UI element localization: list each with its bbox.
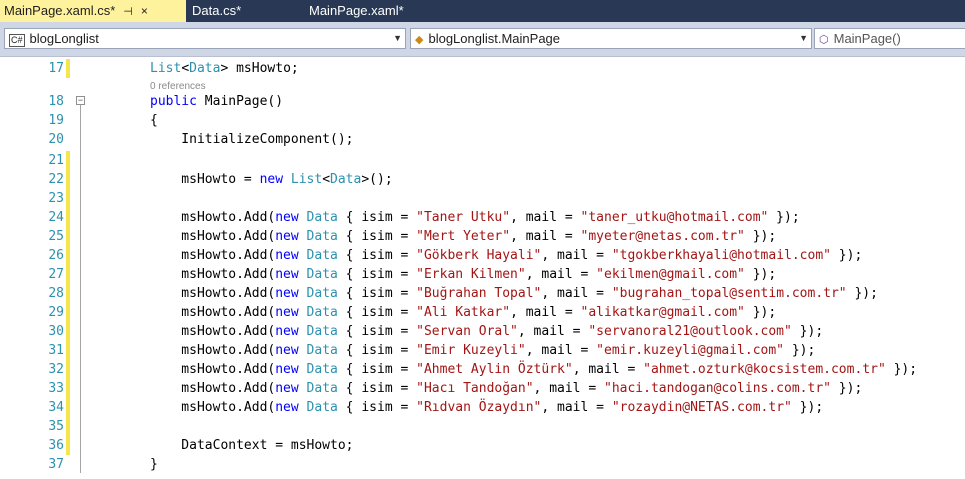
- line-number: 31: [48, 343, 64, 358]
- line-number: 32: [48, 362, 64, 377]
- change-marker: [66, 417, 70, 436]
- code-text: InitializeComponent();: [150, 132, 354, 147]
- code-line: 33 msHowto.Add(new Data { isim = "Hacı T…: [0, 379, 965, 398]
- line-number: 28: [48, 286, 64, 301]
- code-text: DataContext = msHowto;: [150, 438, 354, 453]
- code-text: msHowto.Add(new Data { isim = "Ali Katka…: [150, 305, 777, 320]
- csharp-file-icon: C#: [9, 34, 25, 47]
- code-line: 35: [0, 417, 965, 436]
- change-marker: [66, 208, 70, 227]
- code-line: 21: [0, 151, 965, 170]
- code-line: 31 msHowto.Add(new Data { isim = "Emir K…: [0, 341, 965, 360]
- code-line: 29 msHowto.Add(new Data { isim = "Ali Ka…: [0, 303, 965, 322]
- project-label: blogLonglist: [29, 31, 99, 46]
- code-text: msHowto.Add(new Data { isim = "Ahmet Ayl…: [150, 362, 918, 377]
- member-label: MainPage(): [833, 31, 901, 46]
- navigation-bar: C# blogLonglist ▼ ◆ blogLonglist.MainPage …: [0, 22, 965, 57]
- change-marker: [66, 303, 70, 322]
- code-text: msHowto.Add(new Data { isim = "Hacı Tand…: [150, 381, 863, 396]
- code-text: msHowto = new List<Data>();: [150, 172, 393, 187]
- code-line: 36 DataContext = msHowto;: [0, 436, 965, 455]
- change-marker: [66, 170, 70, 189]
- line-number: 17: [48, 61, 64, 76]
- code-text: {: [150, 113, 158, 128]
- code-line: 23: [0, 189, 965, 208]
- code-text: msHowto.Add(new Data { isim = "Taner Utk…: [150, 210, 800, 225]
- code-text: public MainPage(): [150, 94, 284, 109]
- class-icon: ◆: [415, 34, 424, 46]
- tab-label: Data.cs*: [192, 3, 242, 18]
- code-line: 19 {: [0, 111, 965, 130]
- class-label: blogLonglist.MainPage: [428, 31, 561, 46]
- line-number: 21: [48, 153, 64, 168]
- code-line: 25 msHowto.Add(new Data { isim = "Mert Y…: [0, 227, 965, 246]
- code-text: msHowto.Add(new Data { isim = "Servan Or…: [150, 324, 824, 339]
- code-line: 37 }: [0, 455, 965, 474]
- tab-data-cs[interactable]: Data.cs*: [188, 0, 245, 22]
- method-icon: ⬡: [819, 34, 829, 46]
- code-line: 24 msHowto.Add(new Data { isim = "Taner …: [0, 208, 965, 227]
- line-number: 30: [48, 324, 64, 339]
- change-marker: [66, 151, 70, 170]
- change-marker: [66, 284, 70, 303]
- code-text: msHowto.Add(new Data { isim = "Buğrahan …: [150, 286, 878, 301]
- line-number: 20: [48, 132, 64, 147]
- code-editor[interactable]: − 17 List<Data> msHowto; 0 references 18…: [0, 57, 965, 479]
- code-text: msHowto.Add(new Data { isim = "Emir Kuze…: [150, 343, 816, 358]
- code-text: msHowto.Add(new Data { isim = "Rıdvan Öz…: [150, 400, 824, 415]
- line-number: 33: [48, 381, 64, 396]
- change-marker: [66, 246, 70, 265]
- line-number: 34: [48, 400, 64, 415]
- change-marker: [66, 59, 70, 78]
- line-number: 26: [48, 248, 64, 263]
- project-dropdown[interactable]: C# blogLonglist ▼: [4, 28, 406, 49]
- line-number: 35: [48, 419, 64, 434]
- line-number: 19: [48, 113, 64, 128]
- tab-mainpage-xaml[interactable]: MainPage.xaml*: [305, 0, 408, 22]
- tab-label: MainPage.xaml*: [309, 3, 404, 18]
- tab-mainpage-xaml-cs[interactable]: MainPage.xaml.cs* ⊣ ×: [0, 0, 186, 22]
- code-line: 18 public MainPage(): [0, 92, 965, 111]
- line-number: 29: [48, 305, 64, 320]
- code-line: 26 msHowto.Add(new Data { isim = "Gökber…: [0, 246, 965, 265]
- line-number: 23: [48, 191, 64, 206]
- close-icon[interactable]: ×: [141, 4, 148, 18]
- line-number: 25: [48, 229, 64, 244]
- code-line: 32 msHowto.Add(new Data { isim = "Ahmet …: [0, 360, 965, 379]
- change-marker: [66, 265, 70, 284]
- line-number: 22: [48, 172, 64, 187]
- code-text: msHowto.Add(new Data { isim = "Erkan Kil…: [150, 267, 777, 282]
- pin-icon[interactable]: ⊣: [123, 6, 133, 18]
- change-marker: [66, 398, 70, 417]
- class-dropdown[interactable]: ◆ blogLonglist.MainPage ▼: [410, 28, 812, 49]
- chevron-down-icon: ▼: [799, 33, 808, 43]
- code-text: List<Data> msHowto;: [150, 61, 299, 76]
- code-line: 20 InitializeComponent();: [0, 130, 965, 149]
- change-marker: [66, 341, 70, 360]
- change-marker: [66, 227, 70, 246]
- code-line: 34 msHowto.Add(new Data { isim = "Rıdvan…: [0, 398, 965, 417]
- change-marker: [66, 189, 70, 208]
- change-marker: [66, 436, 70, 455]
- line-number: 36: [48, 438, 64, 453]
- code-line: 27 msHowto.Add(new Data { isim = "Erkan …: [0, 265, 965, 284]
- code-line: 22 msHowto = new List<Data>();: [0, 170, 965, 189]
- change-marker: [66, 379, 70, 398]
- line-number: 37: [48, 457, 64, 472]
- line-number: 24: [48, 210, 64, 225]
- member-dropdown[interactable]: ⬡ MainPage(): [814, 28, 965, 49]
- code-text: msHowto.Add(new Data { isim = "Gökberk H…: [150, 248, 863, 263]
- chevron-down-icon: ▼: [393, 33, 402, 43]
- code-line: 17 List<Data> msHowto;: [0, 59, 965, 78]
- change-marker: [66, 360, 70, 379]
- code-line: 30 msHowto.Add(new Data { isim = "Servan…: [0, 322, 965, 341]
- code-line: 28 msHowto.Add(new Data { isim = "Buğrah…: [0, 284, 965, 303]
- change-marker: [66, 322, 70, 341]
- document-tab-bar: MainPage.xaml.cs* ⊣ × Data.cs* MainPage.xa…: [0, 0, 965, 22]
- code-text: msHowto.Add(new Data { isim = "Mert Yete…: [150, 229, 777, 244]
- line-number: 18: [48, 94, 64, 109]
- line-number: 27: [48, 267, 64, 282]
- tab-label: MainPage.xaml.cs*: [4, 3, 116, 18]
- code-text: }: [150, 457, 158, 472]
